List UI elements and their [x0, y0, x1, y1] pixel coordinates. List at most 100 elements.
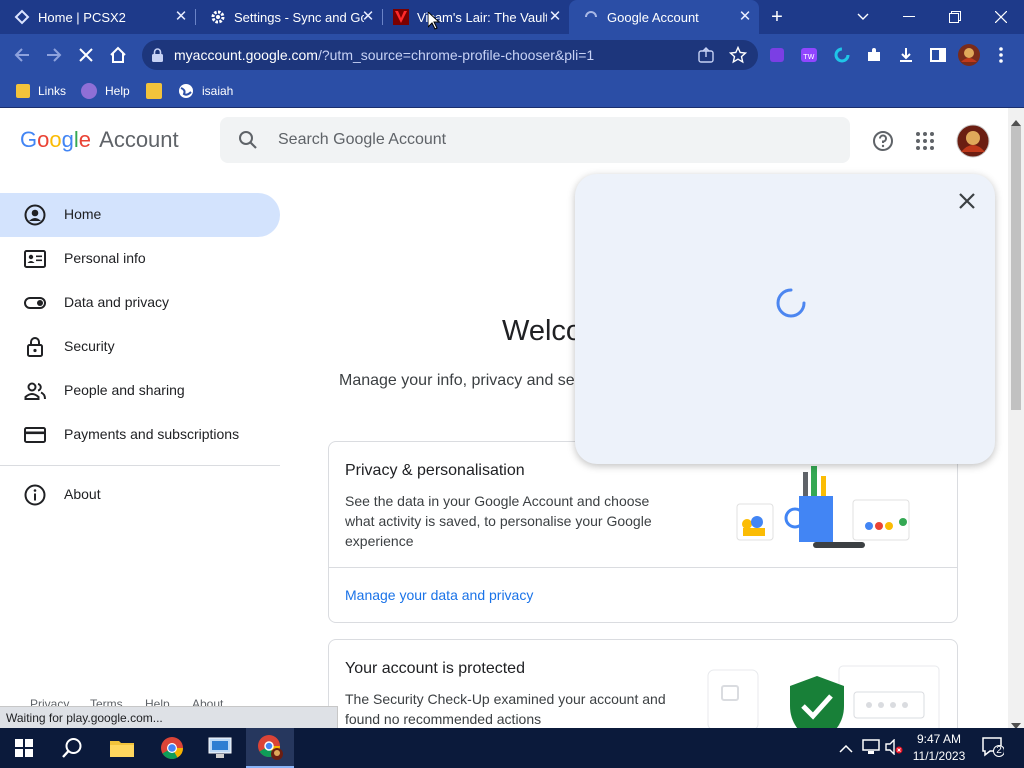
sidebar-item-about[interactable]: About — [0, 473, 280, 517]
close-icon[interactable]: ✕ — [547, 9, 563, 25]
card-title: Your account is protected — [345, 660, 525, 677]
kebab-menu-icon[interactable] — [990, 44, 1012, 66]
file-explorer-icon[interactable] — [98, 728, 146, 768]
card-title: Privacy & personalisation — [345, 462, 525, 479]
tab-title: Google Account — [607, 9, 699, 25]
welcome-subtitle: Manage your info, privacy and se — [339, 372, 575, 389]
sidebar-item-personal-info[interactable]: Personal info — [0, 237, 280, 281]
sidebar-item-label: Security — [64, 338, 115, 354]
chevron-up-icon[interactable] — [839, 740, 853, 758]
twitch-extension-icon[interactable]: TW — [798, 44, 820, 66]
tab-title: Settings - Sync and Go — [234, 9, 364, 25]
sidebar-item-label: People and sharing — [64, 382, 185, 398]
home-icon[interactable] — [105, 42, 131, 68]
close-icon[interactable]: ✕ — [173, 9, 189, 25]
clock-time: 9:47 AM — [916, 732, 962, 746]
bookmark-isaiah[interactable]: isaiah — [178, 82, 233, 100]
card-description: See the data in your Google Account and … — [345, 493, 652, 549]
url-text[interactable]: myaccount.google.com/?utm_source=chrome-… — [174, 47, 594, 63]
search-placeholder[interactable]: Search Google Account — [278, 131, 446, 149]
chevron-down-icon[interactable] — [840, 0, 886, 34]
bookmark-label: Links — [38, 84, 67, 98]
imdb-icon — [146, 83, 162, 99]
privacy-card: Privacy & personalisation See the data i… — [328, 441, 958, 623]
side-panel-icon[interactable] — [927, 44, 949, 66]
google-wordmark: Google — [20, 127, 92, 152]
minimize-icon[interactable] — [886, 0, 932, 34]
download-icon[interactable] — [895, 44, 917, 66]
url-path: /?utm_source=chrome-profile-chooser&pli=… — [317, 47, 595, 63]
id-card-icon — [24, 248, 46, 270]
sidebar-divider — [0, 465, 280, 466]
sidebar-item-people-sharing[interactable]: People and sharing — [0, 369, 280, 413]
gear-icon — [210, 9, 226, 25]
clock-date: 11/1/2023 — [912, 749, 966, 763]
url-host: myaccount.google.com — [174, 47, 318, 63]
pcsx2-icon — [14, 9, 30, 25]
sidebar-item-label: Payments and subscriptions — [64, 426, 240, 442]
google-account-logo[interactable]: Google Account — [20, 127, 179, 153]
tab-google-account[interactable]: Google Account ✕ — [569, 0, 759, 34]
remote-desktop-icon[interactable] — [196, 728, 244, 768]
account-circle-icon — [24, 204, 46, 226]
tab-home-pcsx2[interactable]: Home | PCSX2 ✕ — [0, 0, 195, 34]
toggle-icon — [24, 292, 46, 314]
folder-icon — [16, 84, 30, 98]
share-icon[interactable] — [697, 46, 715, 69]
profile-avatar[interactable] — [958, 44, 980, 66]
bookmark-yellow[interactable] — [146, 82, 170, 100]
puzzle-extensions-icon[interactable] — [863, 44, 885, 66]
manage-data-privacy-link[interactable]: Manage your data and privacy — [345, 587, 533, 603]
chrome-icon[interactable] — [148, 728, 196, 768]
system-clock[interactable]: 9:47 AM 11/1/2023 — [908, 731, 970, 765]
chrome-profile-icon[interactable] — [246, 728, 294, 768]
account-avatar[interactable] — [956, 124, 990, 163]
status-bar: Waiting for play.google.com... — [0, 706, 338, 728]
tab-vicams-lair[interactable]: Vicam's Lair: The Vault ✕ — [383, 0, 569, 34]
help-icon[interactable] — [872, 130, 894, 157]
close-icon[interactable] — [957, 191, 977, 216]
sidebar-item-label: Personal info — [64, 250, 146, 266]
close-icon[interactable]: ✕ — [737, 9, 753, 25]
sidebar-item-data-privacy[interactable]: Data and privacy — [0, 281, 280, 325]
privacy-illustration — [717, 462, 917, 559]
notification-count-badge: 2 — [996, 745, 1002, 756]
vicam-v-icon — [393, 9, 409, 25]
loading-spinner-icon — [776, 288, 806, 323]
card-divider — [329, 567, 957, 568]
star-bookmark-icon[interactable] — [728, 45, 748, 69]
lock-icon — [24, 336, 46, 358]
apps-grid-icon[interactable] — [915, 131, 935, 156]
lock-icon[interactable] — [152, 48, 163, 67]
network-icon[interactable] — [862, 739, 880, 760]
back-arrow-icon[interactable] — [9, 42, 35, 68]
help-bookmark-icon — [81, 83, 97, 99]
bookmark-help[interactable]: Help — [81, 82, 130, 100]
close-window-icon[interactable] — [978, 0, 1024, 34]
sidebar-item-payments[interactable]: Payments and subscriptions — [0, 413, 280, 457]
bookmark-label: Help — [105, 84, 130, 98]
loading-icon — [583, 9, 599, 25]
tab-title: Home | PCSX2 — [38, 9, 126, 25]
mouse-cursor-icon — [427, 10, 441, 35]
people-icon — [24, 380, 46, 402]
restore-icon[interactable] — [932, 0, 978, 34]
scroll-up-icon[interactable] — [1011, 113, 1021, 131]
purple-extension-icon[interactable] — [766, 44, 788, 66]
volume-muted-icon[interactable] — [885, 738, 903, 760]
refresh-extension-icon[interactable] — [831, 44, 853, 66]
stop-loading-icon[interactable] — [73, 42, 99, 68]
bookmark-links[interactable]: Links — [16, 82, 66, 100]
forward-arrow-icon[interactable] — [41, 42, 67, 68]
scrollbar-thumb[interactable] — [1011, 126, 1021, 410]
close-icon[interactable]: ✕ — [360, 9, 376, 25]
windows-start-icon[interactable] — [0, 728, 48, 768]
sidebar-item-security[interactable]: Security — [0, 325, 280, 369]
account-wordmark: Account — [99, 127, 179, 152]
new-tab-button[interactable]: + — [760, 0, 794, 34]
tab-settings[interactable]: Settings - Sync and Go ✕ — [196, 0, 382, 34]
sidebar-item-label: About — [64, 486, 101, 502]
svg-text:TW: TW — [802, 53, 814, 61]
search-icon[interactable] — [48, 728, 96, 768]
sidebar-item-home[interactable]: Home — [0, 193, 280, 237]
